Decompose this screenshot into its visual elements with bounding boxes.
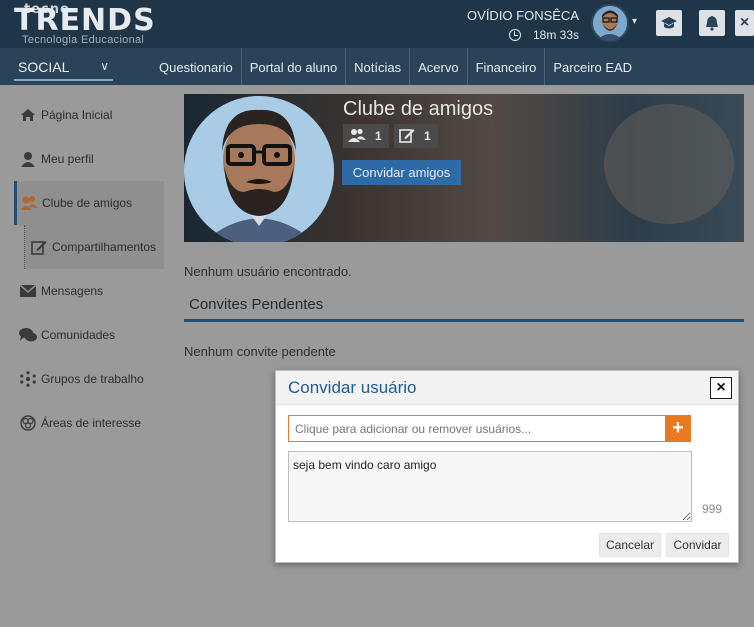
edit-icon xyxy=(399,127,415,146)
invite-friends-button[interactable]: Convidar amigos xyxy=(342,160,461,185)
nav-link-questionario[interactable]: Questionario xyxy=(151,48,242,85)
chevron-down-icon: ∨ xyxy=(100,59,109,73)
top-header: tecno TRENDS Tecnologia Educacional OVÍD… xyxy=(0,0,754,48)
nav-link-parceiro-ead[interactable]: Parceiro EAD xyxy=(545,48,640,85)
social-dropdown[interactable]: SOCIAL ∨ xyxy=(14,48,113,81)
graduation-cap-button[interactable] xyxy=(656,10,682,36)
sidebar-item-areas-de-interesse[interactable]: Áreas de interesse xyxy=(14,401,164,445)
sidebar-item-label: Comunidades xyxy=(41,328,116,342)
edit-icon xyxy=(30,238,48,256)
friends-count: 1 xyxy=(375,129,382,143)
session-timer: 18m 33s xyxy=(508,28,579,42)
nav-link-financeiro[interactable]: Financeiro xyxy=(468,48,546,85)
user-avatar[interactable] xyxy=(591,4,629,42)
add-user-button[interactable]: + xyxy=(665,415,691,442)
invite-button[interactable]: Convidar xyxy=(666,533,729,557)
social-label: SOCIAL xyxy=(18,59,70,75)
invite-user-modal: Convidar usuário × + seja bem vindo caro… xyxy=(275,370,739,563)
sidebar-item-meu-perfil[interactable]: Meu perfil xyxy=(14,137,164,181)
sidebar-item-label: Compartilhamentos xyxy=(52,240,157,254)
logo-trends: TRENDS xyxy=(14,3,156,38)
logo-subtitle: Tecnologia Educacional xyxy=(22,34,145,46)
chevron-down-icon[interactable]: ▾ xyxy=(632,16,637,27)
sidebar-item-pagina-inicial[interactable]: Página Inicial xyxy=(14,93,164,137)
no-invites-message: Nenhum convite pendente xyxy=(184,344,336,359)
sidebar-item-label: Meu perfil xyxy=(41,152,94,166)
nav-links: Questionario Portal do aluno Notícias Ac… xyxy=(151,48,640,85)
interests-icon xyxy=(19,414,37,432)
sidebar-item-compartilhamentos[interactable]: Compartilhamentos xyxy=(24,225,164,269)
no-users-message: Nenhum usuário encontrado. xyxy=(184,264,352,279)
club-banner: Clube de amigos 1 1 Convidar amigos xyxy=(184,94,744,242)
graduation-cap-icon xyxy=(661,17,677,29)
modal-title: Convidar usuário xyxy=(288,378,417,397)
sidebar-item-label: Mensagens xyxy=(41,284,104,298)
logo[interactable]: tecno TRENDS Tecnologia Educacional xyxy=(12,2,162,46)
plus-icon: + xyxy=(672,417,684,439)
user-select-input[interactable] xyxy=(288,415,666,442)
close-icon: × xyxy=(739,14,750,31)
cancel-button[interactable]: Cancelar xyxy=(599,533,661,557)
character-counter: 999 xyxy=(702,502,723,516)
nav-link-acervo[interactable]: Acervo xyxy=(410,48,468,85)
sidebar-item-label: Grupos de trabalho xyxy=(41,372,144,386)
nav-link-portal-do-aluno[interactable]: Portal do aluno xyxy=(242,48,347,85)
user-icon xyxy=(19,150,37,168)
home-icon xyxy=(19,106,37,124)
bell-icon xyxy=(706,16,718,31)
clock-icon xyxy=(508,29,521,41)
sidebar-item-clube-de-amigos[interactable]: Clube de amigos xyxy=(14,181,164,225)
sidebar: Página Inicial Meu perfil Clube de amigo… xyxy=(0,85,170,627)
friends-icon xyxy=(20,194,38,212)
main-nav: SOCIAL ∨ Questionario Portal do aluno No… xyxy=(0,48,754,85)
sidebar-item-label: Página Inicial xyxy=(41,108,113,122)
shares-count-badge[interactable]: 1 xyxy=(394,124,438,148)
shares-count: 1 xyxy=(424,129,431,143)
notifications-button[interactable] xyxy=(699,10,725,36)
nav-link-noticias[interactable]: Notícias xyxy=(346,48,411,85)
club-title: Clube de amigos xyxy=(343,98,494,120)
sidebar-item-comunidades[interactable]: Comunidades xyxy=(14,313,164,357)
modal-header: Convidar usuário × xyxy=(276,371,738,405)
close-session-button[interactable]: × xyxy=(735,10,754,36)
sidebar-item-label: Clube de amigos xyxy=(42,196,133,210)
chat-icon xyxy=(19,326,37,344)
banner-background xyxy=(604,104,734,224)
pending-invites-heading: Convites Pendentes xyxy=(184,291,744,322)
sidebar-item-grupos-de-trabalho[interactable]: Grupos de trabalho xyxy=(14,357,164,401)
network-icon xyxy=(19,370,37,388)
sidebar-item-mensagens[interactable]: Mensagens xyxy=(14,269,164,313)
invite-message-textarea[interactable]: seja bem vindo caro amigo xyxy=(288,451,692,522)
envelope-icon xyxy=(19,282,37,300)
close-icon[interactable]: × xyxy=(710,377,732,399)
friends-count-badge[interactable]: 1 xyxy=(343,124,389,148)
friends-icon xyxy=(348,128,366,145)
user-name[interactable]: OVÍDIO FONSÊCA xyxy=(467,8,579,23)
timer-value: 18m 33s xyxy=(532,28,579,42)
sidebar-item-label: Áreas de interesse xyxy=(41,416,142,430)
profile-avatar xyxy=(184,96,334,242)
